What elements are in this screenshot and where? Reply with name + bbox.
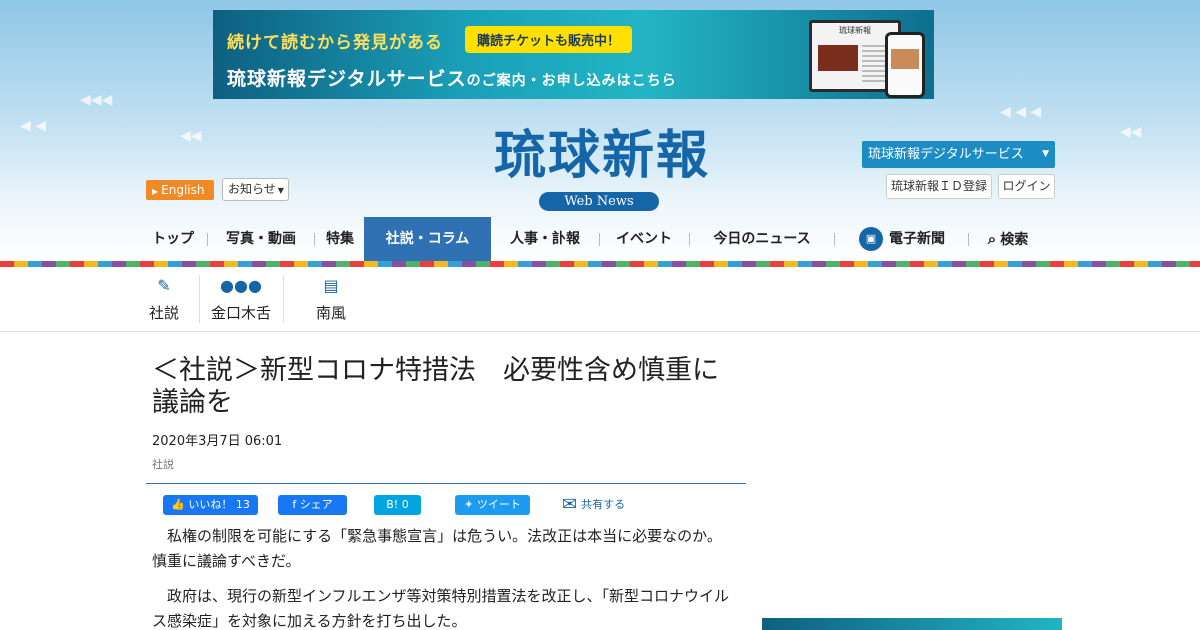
- login-button[interactable]: ログイン: [998, 174, 1055, 199]
- nav-item-events[interactable]: イベント: [608, 217, 680, 261]
- fish-decoration-icon: ◀ ◀: [20, 118, 46, 134]
- subnav-item-haebaru[interactable]: ▤ 南風: [310, 267, 352, 331]
- digital-service-label: 琉球新報デジタルサービス: [868, 147, 1024, 162]
- nav-item-editorials[interactable]: 社説・コラム: [364, 217, 491, 261]
- english-label: English: [161, 183, 205, 197]
- nav-divider: [968, 233, 969, 246]
- nav-item-e-paper[interactable]: ▣ 電子新聞: [850, 217, 954, 261]
- banner-tagline: 続けて読むから発見がある: [227, 33, 443, 53]
- nav-item-e-paper-label: 電子新聞: [889, 231, 945, 247]
- twitter-tweet-label: ツイート: [476, 498, 521, 511]
- nav-item-personnel[interactable]: 人事・訃報: [500, 217, 590, 261]
- nav-item-features[interactable]: 特集: [320, 217, 360, 261]
- site-logo[interactable]: 琉球新報: [452, 124, 752, 188]
- main-nav: トップ 写真・動画 特集 社説・コラム 人事・訃報 イベント 今日のニュース ▣…: [0, 217, 1200, 261]
- digital-service-dropdown[interactable]: 琉球新報デジタルサービス ▼: [862, 141, 1055, 168]
- chevron-down-icon: ▼: [1042, 149, 1049, 159]
- fish-decoration-icon: ◀◀: [1120, 124, 1142, 140]
- nav-divider: [207, 233, 208, 246]
- nav-item-search[interactable]: ⌕ 検索: [978, 217, 1038, 261]
- article-divider: [146, 483, 746, 484]
- article-paragraph: 政府は、現行の新型インフルエンザ等対策特別措置法を改正し、「新型コロナウイルス感…: [152, 587, 730, 630]
- banner-phone-photo: [891, 49, 919, 69]
- banner-badge: 購読チケットも販売中！: [465, 26, 633, 53]
- fish-decoration-icon: ◀ ◀ ◀: [1000, 104, 1042, 120]
- message-icon: ▤: [323, 276, 339, 295]
- subnav-divider: [199, 275, 200, 323]
- english-button[interactable]: ▶ English: [146, 180, 214, 200]
- subnav-label: 南風: [315, 304, 346, 322]
- subnav-label: 社説: [148, 304, 179, 322]
- facebook-like-button[interactable]: 👍 いいね！ 13: [163, 495, 258, 515]
- banner-title-suffix: のご案内・お申し込みはこちら: [466, 73, 677, 89]
- twitter-bird-icon: ✦: [464, 498, 474, 511]
- share-all-button[interactable]: ✉ 共有する: [562, 495, 672, 515]
- nav-divider: [834, 233, 835, 246]
- banner-title: 琉球新報デジタルサービスのご案内・お申し込みはこちら: [227, 64, 677, 91]
- banner-title-main: 琉球新報デジタルサービス: [227, 68, 467, 90]
- nav-item-top[interactable]: トップ: [146, 217, 200, 261]
- hatena-bookmark-button[interactable]: B! 0: [374, 495, 421, 515]
- twitter-tweet-button[interactable]: ✦ ツイート: [455, 495, 530, 515]
- notice-label: お知らせ: [228, 182, 276, 196]
- nav-item-todays-news[interactable]: 今日のニュース: [700, 217, 824, 261]
- speech-bubble-icon: ●●●: [220, 276, 262, 295]
- facebook-share-label: シェア: [299, 498, 333, 511]
- arrow-right-icon: ▶: [152, 187, 159, 196]
- id-register-button[interactable]: 琉球新報ＩＤ登録: [886, 174, 992, 199]
- nav-item-photo-video[interactable]: 写真・動画: [218, 217, 304, 261]
- article-paragraph: 私権の制限を可能にする「緊急事態宣言」は危うい。法改正は本当に必要なのか。慎重に…: [152, 527, 722, 570]
- pen-icon: ✎: [157, 276, 171, 295]
- site-logo-subtitle[interactable]: Web News: [539, 192, 659, 211]
- fish-decoration-icon: ◀◀: [180, 128, 202, 144]
- article-category[interactable]: 社説: [152, 456, 174, 472]
- nav-divider: [599, 233, 600, 246]
- subnav-label: 金口木舌: [210, 304, 271, 322]
- facebook-like-label: いいね！ 13: [188, 498, 250, 511]
- sub-nav: ✎ 社説 ●●● 金口木舌 ▤ 南風: [0, 267, 1200, 332]
- subnav-item-kinkuchi[interactable]: ●●● 金口木舌: [206, 267, 276, 331]
- nav-divider: [689, 233, 690, 246]
- digital-service-banner[interactable]: 続けて読むから発見がある 購読チケットも販売中！ 琉球新報デジタルサービスのご案…: [213, 10, 934, 99]
- notice-dropdown[interactable]: お知らせ ▼: [222, 178, 289, 201]
- facebook-icon: f: [292, 498, 297, 511]
- banner-phone-image: [885, 32, 925, 98]
- nav-divider: [314, 233, 315, 246]
- fish-decoration-icon: ◀◀◀: [80, 92, 113, 108]
- banner-device-photo: [818, 45, 858, 71]
- nav-item-search-label: 検索: [1000, 232, 1029, 248]
- subnav-divider: [283, 275, 284, 323]
- article-date: 2020年3月7日 06:01: [152, 434, 283, 449]
- search-icon: ⌕: [987, 230, 997, 248]
- sidebar-banner[interactable]: [762, 618, 1062, 630]
- chevron-down-icon: ▼: [277, 186, 284, 195]
- facebook-share-button[interactable]: f シェア: [278, 495, 347, 515]
- monitor-icon: ▣: [859, 227, 883, 251]
- thumbs-up-icon: 👍: [171, 498, 185, 511]
- article-headline: ＜社説＞新型コロナ特措法 必要性含め慎重に議論を: [152, 355, 719, 418]
- subnav-item-editorial[interactable]: ✎ 社説: [146, 267, 182, 331]
- envelope-icon: ✉: [562, 494, 578, 515]
- share-all-label: 共有する: [581, 498, 626, 511]
